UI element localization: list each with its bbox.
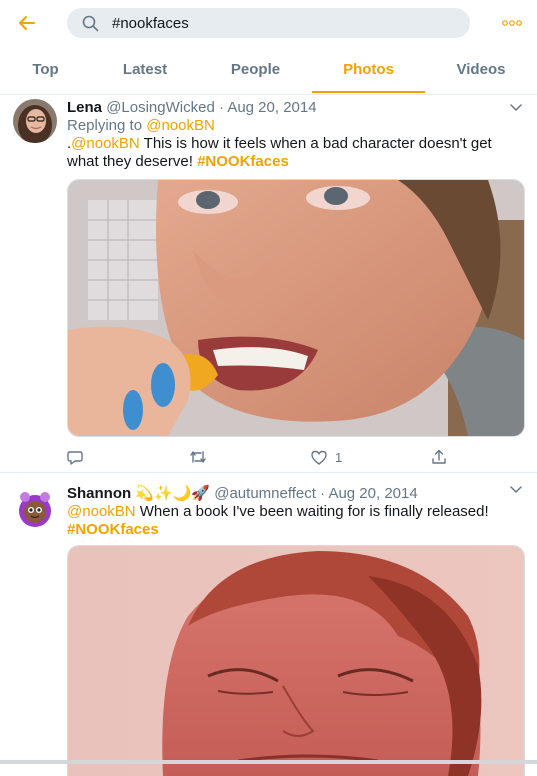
name-emojis: 💫✨🌙🚀 <box>135 485 211 502</box>
more-options-button[interactable] <box>500 14 524 32</box>
separator-dot: · <box>320 485 326 502</box>
active-tab-indicator <box>312 91 425 93</box>
avatar[interactable] <box>13 99 57 143</box>
separator-dot: · <box>218 99 224 116</box>
text-body: When a book I've been waiting for is fin… <box>135 503 489 520</box>
tab-photos[interactable]: Photos <box>312 46 425 93</box>
mention-link[interactable]: @nookBN <box>71 135 140 152</box>
user-handle[interactable]: @autumneffect <box>214 485 316 502</box>
tab-people[interactable]: People <box>199 46 312 93</box>
display-name[interactable]: Shannon <box>67 485 131 502</box>
search-tabs: Top Latest People Photos Videos <box>0 46 537 95</box>
horizontal-scrollbar[interactable] <box>0 760 537 764</box>
tweet-text: .@nookBN This is how it feels when a bad… <box>67 135 517 171</box>
retweet-button[interactable] <box>189 447 215 467</box>
tweet-photo[interactable] <box>67 545 525 776</box>
chevron-down-icon <box>510 104 522 112</box>
tab-videos[interactable]: Videos <box>425 46 537 93</box>
hashtag-link[interactable]: #NOOKfaces <box>197 153 289 170</box>
share-icon <box>432 449 446 464</box>
user-handle[interactable]: @LosingWicked <box>106 99 215 116</box>
heart-icon <box>311 450 327 465</box>
tab-latest[interactable]: Latest <box>91 46 199 93</box>
share-button[interactable] <box>431 447 447 467</box>
tweet-text: @nookBN When a book I've been waiting fo… <box>67 503 517 539</box>
tweet-menu-button[interactable] <box>508 482 524 498</box>
search-icon <box>82 14 100 32</box>
tweet-photo[interactable] <box>67 179 525 437</box>
tweet-actions: 1 <box>67 447 523 467</box>
tweet-header: Lena @LosingWicked · Aug 20, 2014 <box>67 99 317 117</box>
mention-link[interactable]: @nookBN <box>67 503 136 520</box>
like-button[interactable]: 1 <box>311 447 342 467</box>
avatar[interactable] <box>13 486 57 530</box>
search-box[interactable] <box>67 8 470 38</box>
search-input[interactable] <box>112 14 442 32</box>
replying-label: Replying to <box>67 117 143 134</box>
replying-handle-link[interactable]: @nookBN <box>146 117 215 134</box>
tweet-menu-button[interactable] <box>508 100 524 116</box>
retweet-icon <box>190 451 206 463</box>
reply-icon <box>67 451 83 465</box>
tweet[interactable]: Lena @LosingWicked · Aug 20, 2014 Replyi… <box>0 95 537 472</box>
more-dots-icon <box>502 20 522 26</box>
top-bar <box>0 0 537 46</box>
tweet-date[interactable]: Aug 20, 2014 <box>328 485 417 502</box>
arrow-left-icon <box>19 16 35 30</box>
tab-top[interactable]: Top <box>0 46 91 93</box>
tweet-date[interactable]: Aug 20, 2014 <box>227 99 316 116</box>
like-count: 1 <box>335 449 343 465</box>
display-name[interactable]: Lena <box>67 99 102 116</box>
reply-button[interactable] <box>67 447 91 467</box>
chevron-down-icon <box>510 486 522 494</box>
back-button[interactable] <box>14 10 40 36</box>
tweet[interactable]: Shannon 💫✨🌙🚀 @autumneffect · Aug 20, 201… <box>0 473 537 776</box>
tweet-header: Shannon 💫✨🌙🚀 @autumneffect · Aug 20, 201… <box>67 485 418 503</box>
hashtag-link[interactable]: #NOOKfaces <box>67 521 159 538</box>
replying-to: Replying to @nookBN <box>67 117 517 135</box>
